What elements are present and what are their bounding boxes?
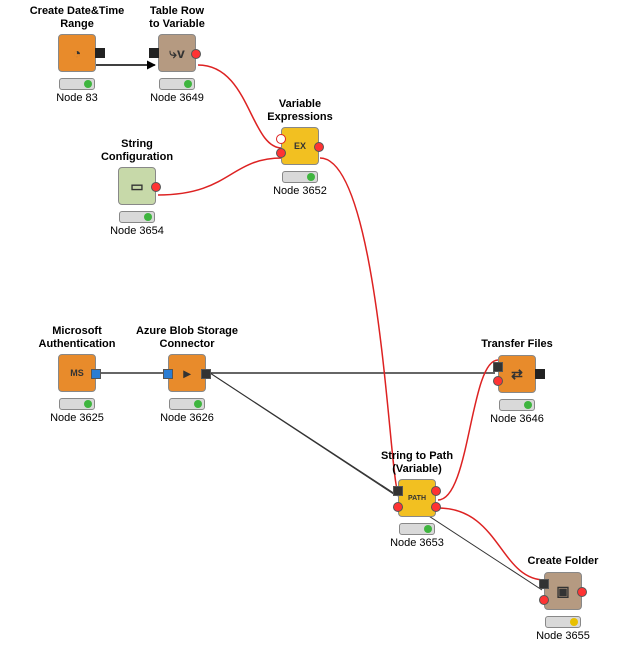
node-icon: ◔ [58,34,96,72]
node-title: Microsoft Authentication [22,325,132,350]
node-title: Create Folder [508,555,618,568]
node-table-row-to-variable[interactable]: Table Row to Variable ⤷v Node 3649 [122,5,232,104]
node-status [545,616,581,628]
node-label: Node 3653 [362,537,472,549]
node-label: Node 3649 [122,92,232,104]
node-status [499,399,535,411]
node-title: Create Date&Time Range [22,5,132,30]
node-microsoft-authentication[interactable]: Microsoft Authentication MS Node 3625 [22,325,132,424]
node-icon: ▭ [118,167,156,205]
node-status [169,398,205,410]
path-icon: PATH [408,495,426,502]
table-var-icon: ⤷v [169,46,185,60]
node-transfer-files[interactable]: Transfer Files ⇄ Node 3646 [462,338,572,425]
node-label: Node 3646 [462,413,572,425]
node-create-datetime-range[interactable]: Create Date&Time Range ◔ Node 83 [22,5,132,104]
node-status [59,398,95,410]
node-status [59,78,95,90]
node-icon: ⤷v [158,34,196,72]
node-status [119,211,155,223]
node-icon: MS [58,354,96,392]
clock-icon: ◔ [73,46,81,60]
node-status [282,171,318,183]
transfer-icon: ⇄ [511,367,523,381]
node-azure-blob-connector[interactable]: Azure Blob Storage Connector ▸ Node 3626 [132,325,242,424]
node-status [159,78,195,90]
node-icon: ⇄ [498,355,536,393]
node-title: Variable Expressions [245,98,355,123]
node-icon: ▸ [168,354,206,392]
node-icon: ▣ [544,572,582,610]
node-label: Node 3652 [245,185,355,197]
node-label: Node 83 [22,92,132,104]
textbox-icon: ▭ [130,179,143,193]
node-variable-expressions[interactable]: Variable Expressions EX Node 3652 [245,98,355,197]
node-string-to-path[interactable]: String to Path (Variable) PATH Node 3653 [362,450,472,549]
node-label: Node 3625 [22,412,132,424]
workflow-canvas[interactable]: { "nodes": { "n1": {"title":"Create Date… [0,0,632,658]
node-string-configuration[interactable]: String Configuration ▭ Node 3654 [82,138,192,237]
node-title: Transfer Files [462,338,572,351]
node-icon: PATH [398,479,436,517]
node-status [399,523,435,535]
key-icon: MS [70,369,84,378]
node-icon: EX [281,127,319,165]
folder-icon: ▣ [556,584,569,598]
node-title: String Configuration [82,138,192,163]
node-label: Node 3626 [132,412,242,424]
node-label: Node 3654 [82,225,192,237]
node-title: Table Row to Variable [122,5,232,30]
node-create-folder[interactable]: Create Folder ▣ Node 3655 [508,555,618,642]
expression-icon: EX [294,142,306,151]
node-title: String to Path (Variable) [362,450,472,475]
play-icon: ▸ [183,366,190,380]
node-label: Node 3655 [508,630,618,642]
node-title: Azure Blob Storage Connector [132,325,242,350]
